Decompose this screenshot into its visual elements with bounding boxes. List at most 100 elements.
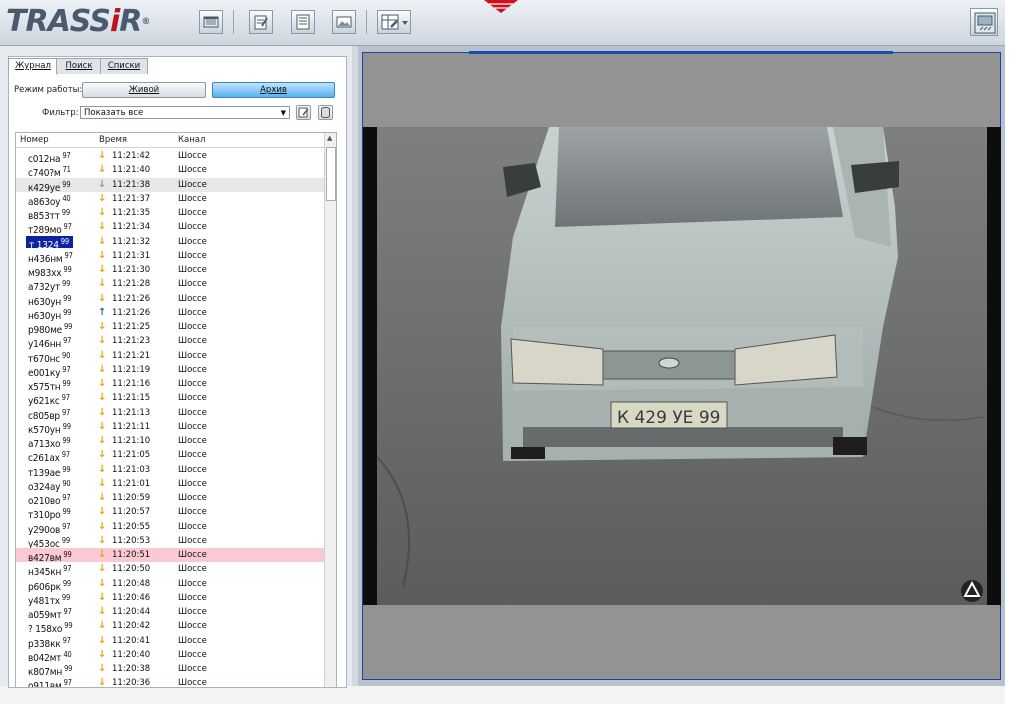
- table-row[interactable]: у481тх 99 ↓ 11:20:46 Шоссе: [16, 591, 324, 607]
- table-row[interactable]: е001ку 97 ↓ 11:21:19 Шоссе: [16, 363, 324, 379]
- event-time: 11:21:26: [112, 293, 151, 304]
- table-row[interactable]: а863оу 40 ↓ 11:21:37 Шоссе: [16, 192, 324, 208]
- arrow-down-icon: ↓: [98, 663, 107, 674]
- table-row[interactable]: р606рк 99 ↓ 11:20:48 Шоссе: [16, 577, 324, 593]
- plate-region: 97: [61, 393, 70, 403]
- event-time: 11:20:46: [112, 592, 151, 603]
- plate-region: 97: [62, 635, 71, 645]
- event-channel: Шоссе: [178, 151, 207, 161]
- table-row[interactable]: в042мт 40 ↓ 11:20:40 Шоссе: [16, 648, 324, 664]
- event-time: 11:20:53: [112, 535, 151, 546]
- plate-number: у146нн 97: [28, 335, 71, 350]
- event-time: 11:21:28: [112, 279, 151, 290]
- table-row[interactable]: а713хо 99 ↓ 11:21:10 Шоссе: [16, 434, 324, 450]
- filter-select[interactable]: Показать все ▼: [80, 106, 290, 119]
- plate-region: 99: [63, 293, 72, 303]
- table-row[interactable]: т139ае 99 ↓ 11:21:03 Шоссе: [16, 463, 324, 479]
- database-button[interactable]: [318, 105, 333, 120]
- table-row[interactable]: ? 158хо 99 ↓ 11:20:42 Шоссе: [16, 619, 324, 635]
- table-row[interactable]: м983хх 99 ↓ 11:21:30 Шоссе: [16, 263, 324, 279]
- tab-search[interactable]: Поиск: [56, 58, 102, 74]
- arrow-down-icon: ↓: [98, 292, 107, 304]
- table-row[interactable]: о911вм 97 ↓ 11:20:36 Шоссе: [16, 676, 324, 688]
- table-row[interactable]: т670нс 90 ↓ 11:21:21 Шоссе: [16, 349, 324, 365]
- film-icon[interactable]: [199, 10, 223, 34]
- arrow-down-icon: ↓: [98, 207, 107, 218]
- table-row[interactable]: а059мт 97 ↓ 11:20:44 Шоссе: [16, 605, 324, 621]
- table-row[interactable]: о210во 97 ↓ 11:20:59 Шоссе: [16, 491, 324, 507]
- tab-journal[interactable]: Журнал: [8, 58, 58, 75]
- table-row[interactable]: н630ун 99 ↓ 11:21:26 Шоссе: [16, 292, 324, 308]
- table-row[interactable]: с012на 97 ↓ 11:21:42 Шоссе: [16, 149, 324, 165]
- event-time: 11:21:34: [112, 222, 151, 233]
- table-row[interactable]: в853тт 99 ↓ 11:21:35 Шоссе: [16, 206, 324, 222]
- table-row[interactable]: р338кк 97 ↓ 11:20:41 Шоссе: [16, 634, 324, 650]
- arrow-down-icon: ↓: [98, 449, 107, 461]
- plate-number: н630ун 99: [28, 307, 71, 322]
- journal-icon[interactable]: [291, 10, 315, 34]
- table-row[interactable]: т310ро 99 ↓ 11:20:57 Шоссе: [16, 505, 324, 521]
- event-channel: Шоссе: [178, 336, 207, 347]
- table-row[interactable]: р980ме 99 ↓ 11:21:25 Шоссе: [16, 320, 324, 336]
- plate-region: 99: [64, 322, 73, 331]
- table-row[interactable]: н630ун 99 ↑ 11:21:26 Шоссе: [16, 306, 324, 322]
- table-row[interactable]: с740?м 71 ↓ 11:21:40 Шоссе: [16, 163, 324, 179]
- plate-number: т670нс 90: [28, 350, 71, 365]
- table-row[interactable]: у621кс 97 ↓ 11:21:15 Шоссе: [16, 391, 324, 407]
- plate-number: н436нм 97: [28, 250, 73, 265]
- table-row[interactable]: к807мн 99 ↓ 11:20:38 Шоссе: [16, 662, 324, 678]
- camera-image[interactable]: К 429 УЕ 99: [363, 127, 1001, 605]
- table-row[interactable]: х575тн 99 ↓ 11:21:16 Шоссе: [16, 377, 324, 393]
- table-row[interactable]: о324ау 90 ↓ 11:21:01 Шоссе: [16, 477, 324, 493]
- event-channel: Шоссе: [178, 279, 207, 290]
- table-row[interactable]: у290ов 97 ↓ 11:20:55 Шоссе: [16, 520, 324, 536]
- event-channel: Шоссе: [178, 322, 207, 332]
- event-channel: Шоссе: [178, 649, 207, 660]
- event-channel: Шоссе: [178, 678, 207, 688]
- picture-icon[interactable]: [332, 10, 356, 34]
- table-row[interactable]: к429уе 99 ↓ 11:21:38 Шоссе: [16, 177, 324, 194]
- arrow-down-icon: ↓: [98, 392, 107, 404]
- settings-menu-icon[interactable]: [377, 10, 411, 34]
- tab-lists[interactable]: Списки: [100, 58, 148, 74]
- screen-mode-icon[interactable]: [970, 8, 998, 36]
- column-header-time[interactable]: Время: [99, 135, 127, 145]
- event-channel: Шоссе: [178, 550, 207, 560]
- table-row[interactable]: с261ах 97 ↓ 11:21:05 Шоссе: [16, 448, 324, 464]
- scroll-up-icon[interactable]: ▲: [327, 134, 332, 142]
- arrow-down-icon: ↓: [98, 492, 107, 503]
- notepad-icon[interactable]: [249, 10, 273, 34]
- event-time: 11:21:42: [112, 151, 151, 161]
- event-channel: Шоссе: [178, 436, 207, 446]
- arrow-down-icon: ↓: [98, 577, 107, 589]
- table-row[interactable]: н436нм 97 ↓ 11:21:31 Шоссе: [16, 249, 324, 265]
- plate-region: 90: [62, 350, 71, 360]
- archive-mode-button[interactable]: Архив: [212, 82, 335, 98]
- toolbar-separator: [366, 10, 367, 34]
- plate-number: о911вм 97: [28, 677, 72, 687]
- table-row[interactable]: н345кн 97 ↓ 11:20:50 Шоссе: [16, 562, 324, 578]
- event-time: 11:21:11: [112, 421, 151, 432]
- table-row[interactable]: т 1324 99 ↓ 11:21:32 Шоссе: [16, 235, 324, 251]
- scrollbar-thumb[interactable]: [326, 147, 336, 201]
- live-mode-button[interactable]: Живой: [82, 82, 206, 98]
- plate-number: а059мт 97: [28, 606, 72, 621]
- edit-filter-button[interactable]: [296, 105, 311, 120]
- column-header-number[interactable]: Номер: [20, 135, 49, 145]
- event-time: 11:20:50: [112, 564, 151, 575]
- arrow-up-icon: ↑: [98, 306, 107, 318]
- arrow-down-icon: ↓: [98, 520, 107, 532]
- table-row[interactable]: т289мо 97 ↓ 11:21:34 Шоссе: [16, 220, 324, 236]
- table-row[interactable]: с805вр 97 ↓ 11:21:13 Шоссе: [16, 406, 324, 422]
- plate-region: 97: [62, 493, 71, 502]
- table-row[interactable]: к570ун 99 ↓ 11:21:11 Шоссе: [16, 420, 324, 436]
- plate-number: о324ау 90: [28, 478, 71, 493]
- table-row[interactable]: у146нн 97 ↓ 11:21:23 Шоссе: [16, 334, 324, 350]
- table-row[interactable]: в427вм 99 ↓ 11:20:51 Шоссе: [16, 548, 324, 564]
- arrow-down-icon: ↓: [98, 164, 107, 176]
- table-row[interactable]: а732ут 99 ↓ 11:21:28 Шоссе: [16, 277, 324, 293]
- table-scrollbar[interactable]: ▲: [324, 133, 336, 687]
- table-row[interactable]: у453ос 99 ↓ 11:20:53 Шоссе: [16, 534, 324, 550]
- column-header-channel[interactable]: Канал: [178, 135, 205, 145]
- plate-number: т289мо 97: [28, 221, 72, 236]
